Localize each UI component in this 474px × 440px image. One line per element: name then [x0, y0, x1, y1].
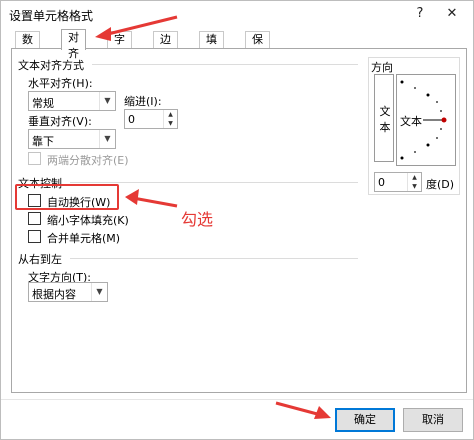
vertical-alignment-label: 垂直对齐(V): — [28, 115, 92, 128]
orientation-dial[interactable]: 文本 — [396, 74, 456, 166]
vertical-alignment-value: 靠下 — [32, 135, 54, 148]
footer-divider — [1, 399, 473, 400]
ok-button[interactable]: 确定 — [335, 408, 395, 432]
tab-border[interactable]: 边框 — [153, 31, 178, 62]
divider — [70, 182, 358, 183]
tab-fill[interactable]: 填充 — [199, 31, 224, 62]
merge-cells-label[interactable]: 合并单元格(M) — [47, 230, 120, 246]
degree-label: 度(D) — [426, 178, 455, 191]
annotation-label: 勾选 — [181, 210, 214, 229]
merge-cells-checkbox[interactable] — [28, 230, 41, 243]
shrink-to-fit-label[interactable]: 缩小字体填充(K) — [47, 212, 129, 228]
arrow-head-icon — [314, 406, 331, 419]
shrink-to-fit-checkbox[interactable] — [28, 212, 41, 225]
horizontal-alignment-label: 水平对齐(H): — [28, 77, 93, 90]
cancel-button[interactable]: 取消 — [403, 408, 463, 432]
chevron-down-icon[interactable]: ▼ — [99, 130, 115, 148]
dialog-title: 设置单元格格式 — [9, 9, 94, 23]
spinner-buttons: ▲ ▼ — [407, 173, 421, 191]
highlight-box — [15, 184, 119, 210]
text-direction-value: 根据内容 — [32, 288, 76, 301]
indent-spinner[interactable]: 0 ▲ ▼ — [124, 109, 178, 129]
vertical-text-char: 本 — [379, 121, 391, 134]
degree-spinner[interactable]: 0 ▲ ▼ — [374, 172, 422, 192]
orientation-group: 方向 文 本 文本 0 ▲ ▼ 度(D) — [368, 57, 460, 195]
spin-up-icon[interactable]: ▲ — [408, 173, 421, 182]
orientation-dial-text: 文本 — [400, 115, 422, 128]
tab-alignment[interactable]: 对齐 — [61, 29, 86, 60]
orientation-group-label: 方向 — [371, 61, 393, 74]
degree-value: 0 — [378, 176, 385, 189]
vertical-alignment-select[interactable]: 靠下 ▼ — [28, 129, 116, 149]
divider — [92, 64, 358, 65]
help-button[interactable]: ? — [409, 3, 431, 25]
spin-up-icon[interactable]: ▲ — [164, 110, 177, 119]
horizontal-alignment-select[interactable]: 常规 ▼ — [28, 91, 116, 111]
spin-down-icon[interactable]: ▼ — [164, 119, 177, 128]
format-cells-dialog: 设置单元格格式 ? ✕ 数字 对齐 字体 边框 填充 保护 文本对齐方式 水平对… — [0, 0, 474, 440]
tab-number[interactable]: 数字 — [15, 31, 40, 62]
merge-cells-checkbox-row[interactable]: 合并单元格(M) — [28, 229, 148, 245]
spinner-buttons: ▲ ▼ — [163, 110, 177, 128]
divider — [70, 258, 358, 259]
justify-distributed-checkbox-row: 两端分散对齐(E) — [28, 151, 168, 167]
title-bar: 设置单元格格式 ? ✕ — [1, 1, 473, 27]
chevron-down-icon[interactable]: ▼ — [99, 92, 115, 110]
justify-distributed-checkbox — [28, 152, 41, 165]
tab-font[interactable]: 字体 — [107, 31, 132, 62]
vertical-text-button[interactable]: 文 本 — [374, 74, 394, 162]
rtl-group-label: 从右到左 — [18, 253, 62, 266]
text-direction-select[interactable]: 根据内容 ▼ — [28, 282, 108, 302]
horizontal-alignment-value: 常规 — [32, 97, 54, 110]
alignment-panel: 文本对齐方式 水平对齐(H): 常规 ▼ 缩进(I): 0 ▲ ▼ 垂直对齐(V… — [11, 48, 467, 393]
spin-down-icon[interactable]: ▼ — [408, 182, 421, 191]
chevron-down-icon[interactable]: ▼ — [91, 283, 107, 301]
shrink-to-fit-checkbox-row[interactable]: 缩小字体填充(K) — [28, 211, 148, 227]
arrow-to-ok-button — [275, 401, 322, 417]
close-button[interactable]: ✕ — [441, 3, 463, 25]
indent-label: 缩进(I): — [124, 95, 162, 108]
indent-value: 0 — [128, 113, 135, 126]
tab-protection[interactable]: 保护 — [245, 31, 270, 62]
vertical-text-char: 文 — [379, 105, 391, 118]
justify-distributed-label: 两端分散对齐(E) — [47, 154, 129, 167]
